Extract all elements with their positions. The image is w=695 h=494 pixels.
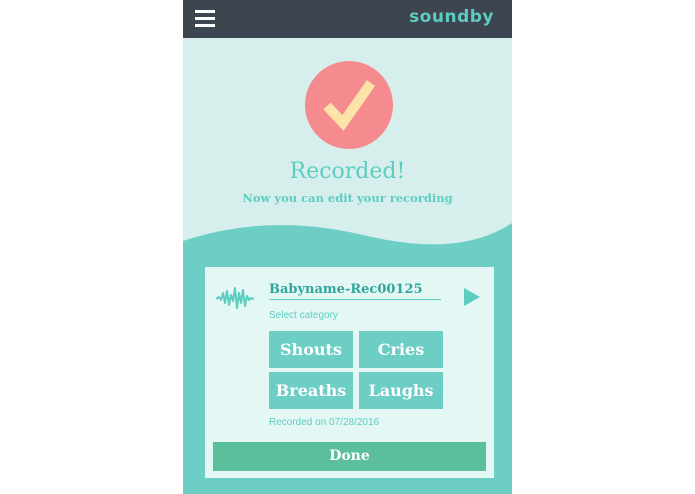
done-button[interactable]: Done (213, 442, 486, 471)
recording-card: Babyname-Rec00125 Select category Shouts… (205, 267, 494, 478)
category-laughs-button[interactable]: Laughs (359, 372, 443, 409)
status-title: Recorded! (289, 159, 406, 184)
top-bar: soundby (183, 0, 512, 38)
category-breaths-button[interactable]: Breaths (269, 372, 353, 409)
hamburger-menu-icon[interactable] (195, 10, 215, 28)
checkmark-icon (305, 61, 393, 149)
waveform-icon (216, 287, 254, 309)
status-subtitle: Now you can edit your recording (242, 191, 453, 205)
app-logo: soundby (409, 7, 494, 27)
category-cries-button[interactable]: Cries (359, 331, 443, 368)
category-shouts-button[interactable]: Shouts (269, 331, 353, 368)
play-icon[interactable] (462, 287, 482, 307)
select-category-label: Select category (269, 310, 338, 321)
recording-name-field[interactable]: Babyname-Rec00125 (269, 280, 441, 300)
app-screen: soundby Recorded! Now you can edit your … (183, 0, 512, 494)
recorded-date: Recorded on 07/28/2016 (269, 417, 380, 428)
